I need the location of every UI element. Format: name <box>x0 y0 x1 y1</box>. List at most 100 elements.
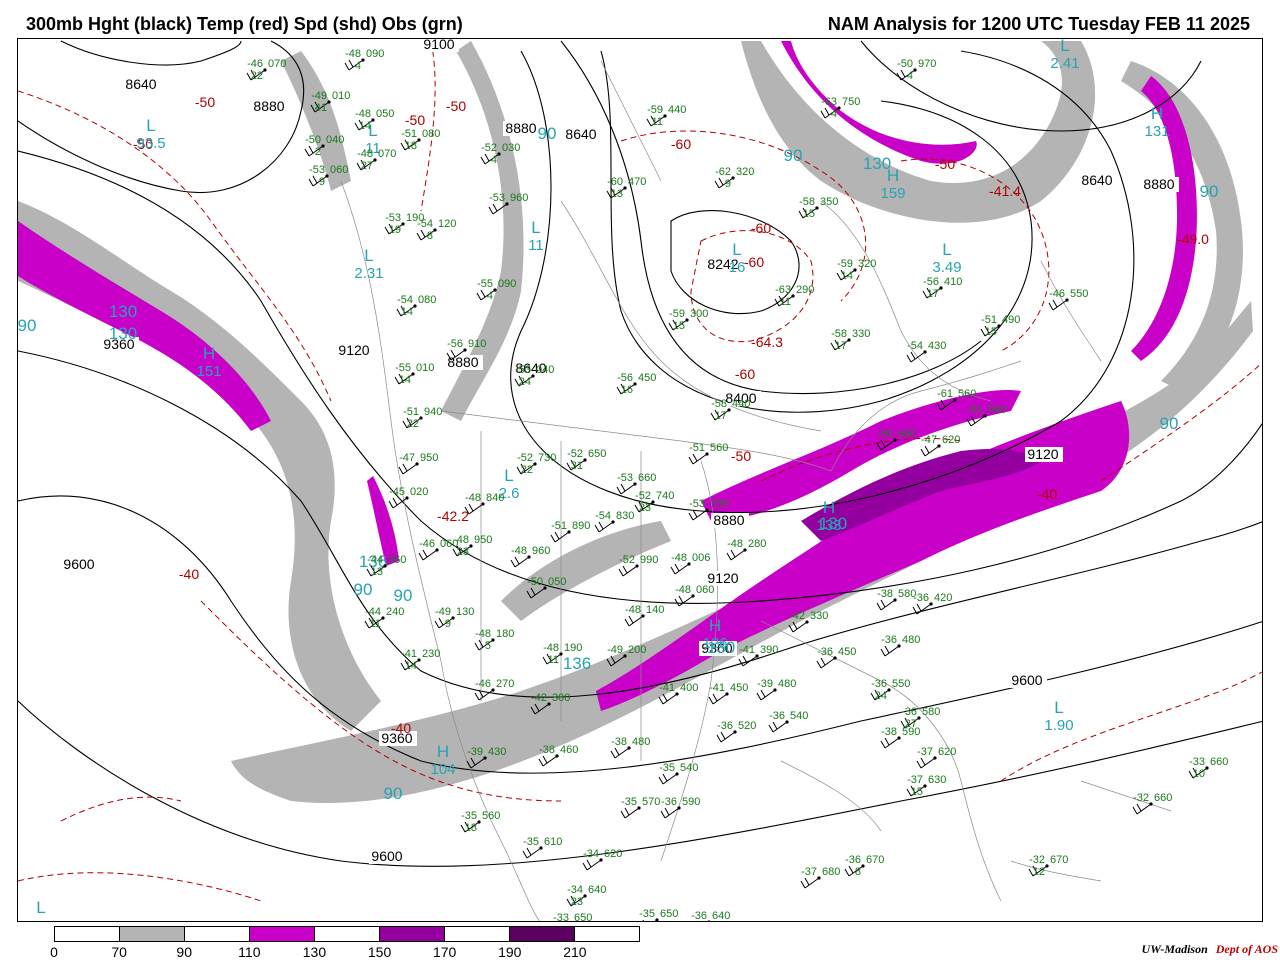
station-ob: -52 650 31 <box>566 448 606 472</box>
station-ob: -38 590 <box>880 726 920 749</box>
ob-temperature: -44 <box>365 606 381 618</box>
ob-dewpoint-depression: 13 <box>371 566 383 578</box>
wind-barb <box>658 773 678 785</box>
wind-barb <box>660 807 680 819</box>
ob-temperature: -48 <box>465 492 481 504</box>
station-ob: -52 740 23 <box>634 490 674 514</box>
ob-temperature: -53 <box>617 472 633 484</box>
legend-swatch <box>575 927 639 941</box>
wind-barb <box>674 595 694 607</box>
chart-title: 300mb Hght (black) Temp (red) Spd (shd) … <box>26 14 463 34</box>
ob-temperature: -54 <box>417 218 433 230</box>
low-center-letter: L <box>36 898 45 917</box>
station-ob: -48 960 <box>510 545 550 568</box>
ob-temperature: -42 <box>789 610 805 622</box>
ob-temperature: -48 <box>727 538 743 550</box>
ob-height: 970 <box>918 58 936 70</box>
ob-dewpoint-depression: 10 <box>1193 768 1205 780</box>
ob-height: 580 <box>922 706 940 718</box>
station-ob: -51 080 18 <box>400 128 440 152</box>
legend-tick-label: 150 <box>367 944 392 960</box>
ob-height: 300 <box>552 692 570 704</box>
ob-dewpoint-depression: 19 <box>389 224 401 236</box>
ob-temperature: -36 <box>881 634 897 646</box>
ob-temperature: -36 <box>769 710 785 722</box>
ob-temperature: -41 <box>709 682 725 694</box>
ob-temperature: -35 <box>523 836 539 848</box>
ob-temperature: -63 <box>821 96 837 108</box>
station-ob: -37 630 15 <box>906 774 946 798</box>
ob-height: 350 <box>820 196 838 208</box>
station-ob: -46 070 22 <box>246 58 286 82</box>
station-ob: -48 140 <box>624 604 664 627</box>
wind-speed-label: 90 <box>538 124 557 143</box>
ob-height: 910 <box>468 338 486 350</box>
ob-height: 180 <box>496 628 514 640</box>
station-ob: -36 520 <box>716 720 756 743</box>
ob-height: 330 <box>810 610 828 622</box>
low-center-letter: L <box>1060 39 1069 55</box>
ob-height: 590 <box>902 726 920 738</box>
legend-swatch <box>510 927 575 941</box>
wind-barb <box>582 859 602 871</box>
wind-barb <box>1132 803 1152 815</box>
wind-barb <box>624 615 644 627</box>
wind-barb <box>418 549 438 561</box>
ob-height: 550 <box>1070 288 1088 300</box>
ob-height: 450 <box>730 682 748 694</box>
wind-barb <box>920 445 940 457</box>
ob-height: 480 <box>778 678 796 690</box>
legend-tick-label: 130 <box>302 944 327 960</box>
wind-barb <box>522 847 542 859</box>
legend-tick-label: 70 <box>111 944 127 960</box>
temperature-contour-label: -49.0 <box>1177 231 1209 247</box>
ob-height: 680 <box>822 866 840 878</box>
credit-dept: Dept of AOS <box>1215 942 1278 956</box>
temperature-contour-label: -60 <box>735 366 755 382</box>
station-ob: -48 840 <box>464 492 504 515</box>
ob-temperature: -63 <box>775 284 791 296</box>
wind-speed-label: 90 <box>784 146 803 165</box>
ob-height: 120 <box>438 218 456 230</box>
temperature-contour-label: -50 <box>446 98 466 114</box>
ob-temperature: -42 <box>531 692 547 704</box>
legend-tick-label: 210 <box>563 944 587 960</box>
ob-temperature: -60 <box>607 176 623 188</box>
ob-height: 650 <box>574 912 592 922</box>
ob-height: 006 <box>692 552 710 564</box>
ob-temperature: -59 <box>669 308 685 320</box>
wind-speed-label: 90 <box>18 316 36 335</box>
ob-dewpoint-depression: 17 <box>927 288 939 300</box>
ob-height: 030 <box>502 142 520 154</box>
station-dot <box>707 920 711 921</box>
ob-height: 050 <box>548 576 566 588</box>
wind-barb <box>670 563 690 575</box>
station-ob: -46 550 <box>1048 288 1088 311</box>
ob-height: 660 <box>1154 792 1172 804</box>
ob-temperature: -35 <box>639 908 655 920</box>
ob-dewpoint-depression: 17 <box>835 340 847 352</box>
wind-barb <box>688 509 708 521</box>
ob-temperature: -37 <box>801 866 817 878</box>
credit-institution: UW-Madison <box>1141 942 1208 956</box>
station-ob: -35 570 <box>620 796 660 819</box>
ob-temperature: -33 <box>553 912 569 922</box>
wind-barb <box>550 531 570 543</box>
ob-height: 550 <box>892 678 910 690</box>
ob-temperature: -53 <box>309 164 325 176</box>
ob-height: 660 <box>898 428 916 440</box>
ob-temperature: -38 <box>877 588 893 600</box>
ob-height: 430 <box>928 340 946 352</box>
ob-height: 960 <box>510 192 528 204</box>
ob-temperature: -36 <box>901 706 917 718</box>
low-center-letter: L <box>504 466 513 485</box>
station-ob: -48 950 23 <box>452 534 492 558</box>
ob-height: 660 <box>638 472 656 484</box>
ob-temperature: -50 <box>877 428 893 440</box>
ob-temperature: -41 <box>401 648 417 660</box>
ob-dewpoint-depression: 22 <box>407 418 419 430</box>
station-ob: -63 290 11 <box>774 284 814 308</box>
legend-swatch <box>250 927 315 941</box>
station-ob: -56 450 16 <box>616 372 656 396</box>
wind-barb <box>398 463 418 475</box>
